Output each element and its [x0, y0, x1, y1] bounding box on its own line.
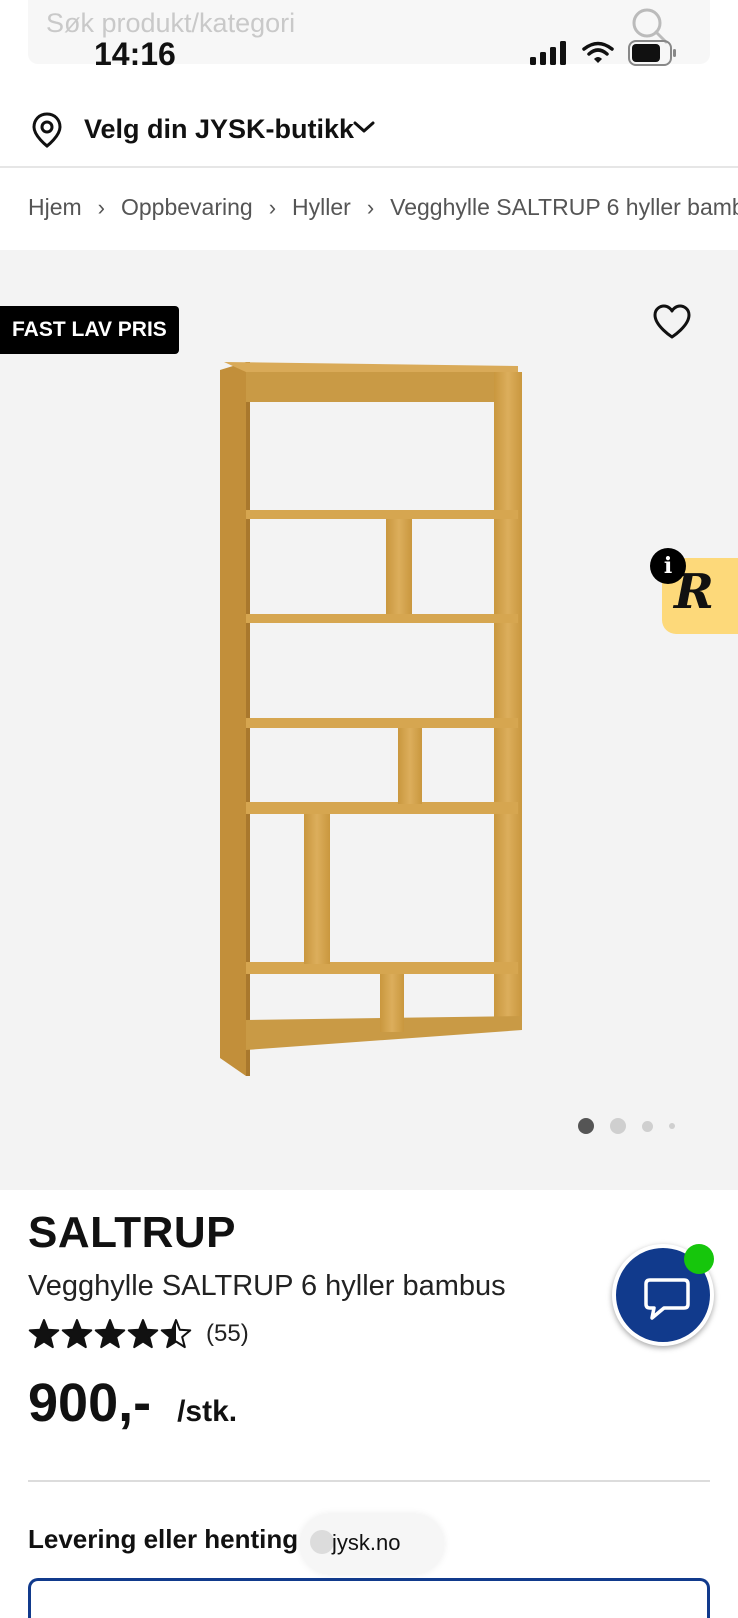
favicon-icon	[310, 1530, 334, 1554]
breadcrumb-separator-icon: ›	[97, 194, 105, 220]
product-description: Vegghylle SALTRUP 6 hyller bambus	[28, 1270, 506, 1302]
gallery-pagination[interactable]	[578, 1118, 675, 1134]
gallery-dot[interactable]	[610, 1118, 626, 1134]
star-icon	[127, 1319, 159, 1349]
status-time: 14:16	[94, 36, 176, 72]
chat-button[interactable]	[612, 1244, 714, 1346]
breadcrumb-separator-icon: ›	[366, 194, 375, 220]
breadcrumb: Hjem › Oppbevaring › Hyller › Vegghylle …	[0, 170, 738, 250]
status-icons	[530, 40, 678, 71]
price-badge: FAST LAV PRIS	[0, 306, 179, 354]
chat-icon	[644, 1278, 690, 1320]
breadcrumb-item-current: Vegghylle SALTRUP 6 hyller bambus	[390, 194, 738, 220]
gallery-dot-active[interactable]	[578, 1118, 594, 1134]
online-indicator	[684, 1244, 714, 1274]
browser-url-pill[interactable]: jysk.no	[300, 1514, 444, 1574]
star-icon	[160, 1319, 192, 1349]
star-icon	[28, 1319, 60, 1349]
product-rating[interactable]: (55)	[28, 1318, 249, 1350]
browser-url: jysk.no	[332, 1530, 401, 1555]
store-selector-label: Velg din JYSK-butikk	[84, 114, 355, 144]
heart-icon[interactable]	[652, 304, 692, 345]
price-row: 900,- /stk.	[28, 1372, 237, 1434]
star-icon	[94, 1319, 126, 1349]
gallery-dot[interactable]	[642, 1120, 653, 1132]
breadcrumb-item-shelves[interactable]: Hyller	[292, 194, 351, 221]
star-icon	[61, 1319, 93, 1349]
breadcrumb-separator-icon: ›	[268, 194, 277, 220]
delivery-section-title: Levering eller henting	[28, 1524, 299, 1554]
product-price: 900,-	[28, 1373, 152, 1433]
product-name: SALTRUP	[28, 1208, 237, 1257]
breadcrumb-item-home[interactable]: Hjem	[28, 194, 82, 221]
delivery-option[interactable]	[28, 1578, 710, 1618]
breadcrumb-item-storage[interactable]: Oppbevaring	[121, 194, 253, 221]
battery-icon	[628, 40, 678, 71]
location-pin-icon	[32, 112, 62, 153]
cellular-signal-icon	[530, 41, 568, 70]
price-unit: /stk.	[177, 1395, 238, 1428]
review-count: (55)	[206, 1320, 249, 1347]
store-selector[interactable]: Velg din JYSK-butikk	[0, 100, 738, 168]
product-image	[220, 362, 522, 1076]
section-divider	[28, 1480, 710, 1482]
chevron-down-icon	[352, 118, 376, 141]
wifi-icon	[582, 41, 614, 70]
gallery-dot[interactable]	[669, 1123, 675, 1129]
rating-stars	[28, 1319, 192, 1349]
search-placeholder: Søk produkt/kategori	[46, 8, 296, 38]
info-icon[interactable]: i	[650, 548, 686, 584]
